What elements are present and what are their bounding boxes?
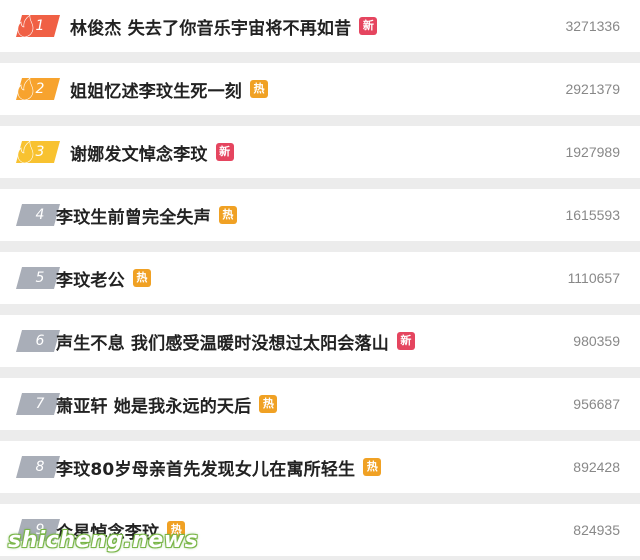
heat-count: 824935: [573, 522, 620, 538]
heat-count: 3271336: [565, 18, 620, 34]
watermark-logo: shicheng.news: [8, 528, 199, 553]
rank-number: 5: [35, 270, 45, 286]
hot-tag-badge: 热: [259, 395, 278, 413]
topic-title[interactable]: 李玟生前曾完全失声: [56, 203, 211, 228]
rank-number: 8: [35, 459, 45, 475]
title-wrap: 林俊杰 失去了你音乐宇宙将不再如昔新: [70, 0, 378, 52]
rank-badge: 8: [16, 456, 60, 478]
topic-title[interactable]: 姐姐忆述李玟生死一刻: [70, 77, 242, 102]
title-wrap: 萧亚轩 她是我永远的天后热: [56, 378, 278, 430]
heat-count: 2921379: [565, 81, 620, 97]
rank-badge: 2: [16, 78, 60, 100]
title-wrap: 李玟老公热: [56, 252, 151, 304]
heat-count: 1927989: [565, 144, 620, 160]
hot-search-row[interactable]: 1 林俊杰 失去了你音乐宇宙将不再如昔新 3271336: [0, 0, 640, 52]
topic-title[interactable]: 林俊杰 失去了你音乐宇宙将不再如昔: [70, 14, 351, 39]
topic-title[interactable]: 李玟80岁母亲首先发现女儿在寓所轻生: [56, 455, 355, 480]
new-tag-badge: 新: [215, 143, 234, 161]
hot-tag-badge: 热: [363, 458, 382, 476]
rank-badge: 6: [16, 330, 60, 352]
rank-badge: 1: [16, 15, 60, 37]
rank-number: 4: [35, 207, 45, 223]
new-tag-badge: 新: [359, 17, 378, 35]
topic-title[interactable]: 声生不息 我们感受温暖时没想过太阳会落山: [56, 329, 389, 354]
new-tag-badge: 新: [396, 332, 415, 350]
rank-number: 7: [35, 396, 45, 412]
hot-search-row[interactable]: 3 谢娜发文悼念李玟新 1927989: [0, 126, 640, 178]
heat-count: 980359: [573, 333, 620, 349]
hot-search-row[interactable]: 6 声生不息 我们感受温暖时没想过太阳会落山新 980359: [0, 315, 640, 367]
hot-search-row[interactable]: 2 姐姐忆述李玟生死一刻热 2921379: [0, 63, 640, 115]
rank-badge: 4: [16, 204, 60, 226]
title-wrap: 李玟生前曾完全失声热: [56, 189, 237, 241]
heat-count: 956687: [573, 396, 620, 412]
rank-number: 6: [35, 333, 45, 349]
title-wrap: 姐姐忆述李玟生死一刻热: [70, 63, 268, 115]
topic-title[interactable]: 李玟老公: [56, 266, 125, 291]
title-wrap: 李玟80岁母亲首先发现女儿在寓所轻生热: [56, 441, 382, 493]
rank-badge: 3: [16, 141, 60, 163]
title-wrap: 谢娜发文悼念李玟新: [70, 126, 234, 178]
hot-search-row[interactable]: 4 李玟生前曾完全失声热 1615593: [0, 189, 640, 241]
rank-number: 1: [35, 18, 45, 34]
topic-title[interactable]: 谢娜发文悼念李玟: [70, 140, 208, 165]
rank-number: 2: [35, 81, 45, 97]
title-wrap: 声生不息 我们感受温暖时没想过太阳会落山新: [56, 315, 415, 367]
hot-tag-badge: 热: [218, 206, 237, 224]
heat-count: 1110657: [567, 270, 620, 286]
rank-number: 3: [35, 144, 45, 160]
topic-title[interactable]: 萧亚轩 她是我永远的天后: [56, 392, 251, 417]
rank-badge: 5: [16, 267, 60, 289]
rank-badge: 7: [16, 393, 60, 415]
hot-tag-badge: 热: [250, 80, 268, 98]
hot-search-row[interactable]: 7 萧亚轩 她是我永远的天后热 956687: [0, 378, 640, 430]
hot-search-row[interactable]: 8 李玟80岁母亲首先发现女儿在寓所轻生热 892428: [0, 441, 640, 493]
heat-count: 1615593: [565, 207, 620, 223]
hot-tag-badge: 热: [132, 269, 151, 287]
heat-count: 892428: [573, 459, 620, 475]
hot-search-row[interactable]: 5 李玟老公热 1110657: [0, 252, 640, 304]
